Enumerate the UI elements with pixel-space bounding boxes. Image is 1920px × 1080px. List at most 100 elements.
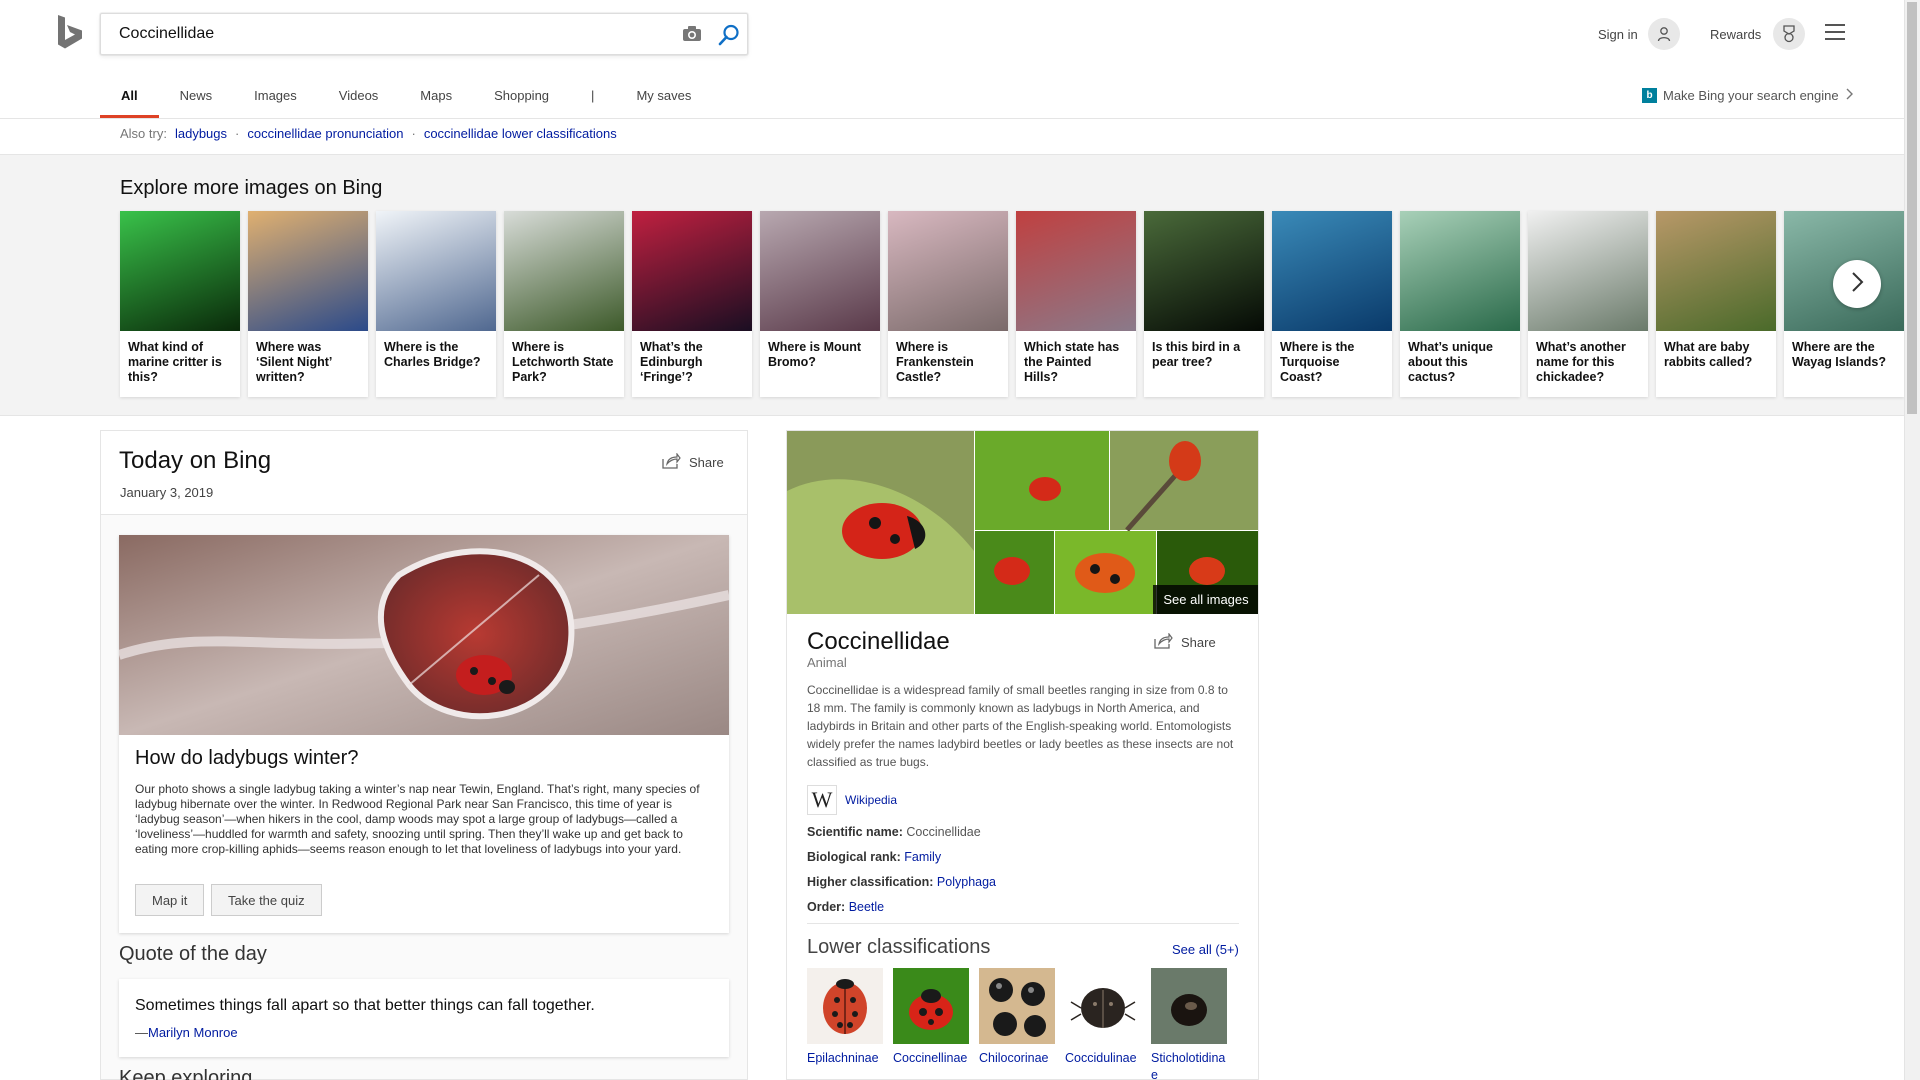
fact-label: Order: bbox=[807, 900, 846, 914]
explore-card[interactable]: Where is the Charles Bridge? bbox=[376, 211, 496, 397]
explore-card-caption: Where is Mount Bromo? bbox=[768, 340, 862, 369]
menu-icon[interactable] bbox=[1825, 24, 1845, 40]
story-card: How do ladybugs winter? Our photo shows … bbox=[117, 535, 731, 933]
camera-icon[interactable] bbox=[681, 24, 703, 44]
search-box[interactable] bbox=[100, 13, 748, 55]
explore-card[interactable]: Where is Letchworth State Park? bbox=[504, 211, 624, 397]
explore-card[interactable]: Where is Frankenstein Castle? bbox=[888, 211, 1008, 397]
entity-share-button[interactable]: Share bbox=[1153, 632, 1216, 652]
lower-class-item[interactable]: Coccidulinae bbox=[1065, 968, 1141, 1067]
explore-card[interactable]: Where is the Turquoise Coast? bbox=[1272, 211, 1392, 397]
map-it-button[interactable]: Map it bbox=[135, 884, 205, 916]
chilocorinae-image bbox=[979, 968, 1055, 1044]
tab-maps[interactable]: Maps bbox=[399, 78, 473, 118]
explore-card-image bbox=[1016, 211, 1136, 331]
lower-see-all-link[interactable]: See all (5+) bbox=[1172, 942, 1239, 957]
explore-card-image bbox=[1400, 211, 1520, 331]
explore-card-caption: What are baby rabbits called? bbox=[1664, 340, 1753, 369]
explore-card-image bbox=[120, 211, 240, 331]
explore-card-caption: Where are the Wayag Islands? bbox=[1792, 340, 1887, 369]
also-try-bar: Also try: ladybugs · coccinellidae pronu… bbox=[120, 126, 617, 141]
epilachninae-image bbox=[807, 968, 883, 1044]
fact-link[interactable]: Beetle bbox=[849, 900, 884, 914]
explore-card[interactable]: Where is Mount Bromo? bbox=[760, 211, 880, 397]
tab-images[interactable]: Images bbox=[233, 78, 318, 118]
bing-small-icon: b bbox=[1642, 88, 1657, 103]
bing-logo[interactable] bbox=[56, 15, 84, 51]
explore-card[interactable]: What kind of marine critter is this? bbox=[120, 211, 240, 397]
lower-class-item[interactable]: Epilachninae bbox=[807, 968, 883, 1067]
chevron-right-icon bbox=[1845, 88, 1853, 103]
lower-class-name: Chilocorinae bbox=[979, 1051, 1049, 1065]
nav-tabs: All News Images Videos Maps Shopping | M… bbox=[100, 78, 712, 118]
explore-card[interactable]: What’s unique about this cactus? bbox=[1400, 211, 1520, 397]
see-all-images-button[interactable]: See all images bbox=[1153, 585, 1258, 614]
explore-card-caption: What’s the Edinburgh ‘Fringe’? bbox=[640, 340, 703, 384]
take-quiz-button[interactable]: Take the quiz bbox=[211, 884, 322, 916]
explore-title: Explore more images on Bing bbox=[120, 177, 383, 199]
wikipedia-source[interactable]: W Wikipedia bbox=[807, 785, 897, 815]
explore-card[interactable]: What’s the Edinburgh ‘Fringe’? bbox=[632, 211, 752, 397]
tab-my-saves[interactable]: My saves bbox=[615, 78, 712, 118]
also-try-link[interactable]: coccinellidae pronunciation bbox=[247, 126, 403, 141]
explore-card-caption: What’s another name for this chickadee? bbox=[1536, 340, 1626, 384]
entity-title: Coccinellidae bbox=[807, 628, 950, 655]
search-icon[interactable] bbox=[717, 23, 741, 47]
also-try-label: Also try: bbox=[120, 126, 167, 141]
scrollbar-thumb[interactable] bbox=[1907, 2, 1917, 414]
explore-card-image bbox=[888, 211, 1008, 331]
entity-subtitle: Animal bbox=[807, 655, 847, 670]
tab-all[interactable]: All bbox=[100, 78, 159, 118]
explore-card-caption: Which state has the Painted Hills? bbox=[1024, 340, 1120, 384]
make-bing-default-link[interactable]: b Make Bing your search engine bbox=[1642, 88, 1853, 103]
lower-class-item[interactable]: Chilocorinae bbox=[979, 968, 1055, 1067]
lower-class-name: Epilachninae bbox=[807, 1051, 879, 1065]
also-try-link[interactable]: coccinellidae lower classifications bbox=[424, 126, 617, 141]
tab-shopping[interactable]: Shopping bbox=[473, 78, 570, 118]
fact-value: Coccinellidae bbox=[906, 825, 981, 839]
search-input[interactable] bbox=[119, 14, 659, 54]
share-icon bbox=[661, 452, 681, 472]
quote-text: Sometimes things fall apart so that bett… bbox=[135, 997, 595, 1014]
carousel-next-button[interactable] bbox=[1833, 260, 1881, 308]
explore-card[interactable]: What’s another name for this chickadee? bbox=[1528, 211, 1648, 397]
explore-card-image bbox=[1144, 211, 1264, 331]
fact-higher-classification: Higher classification: Polyphaga bbox=[807, 875, 996, 889]
explore-card-caption: Where is Letchworth State Park? bbox=[512, 340, 614, 384]
rewards-button[interactable]: Rewards bbox=[1710, 16, 1806, 52]
coccinellinae-image bbox=[893, 968, 969, 1044]
coccidulinae-image bbox=[1065, 968, 1141, 1044]
fact-link[interactable]: Family bbox=[904, 850, 941, 864]
explore-card[interactable]: Where was ‘Silent Night’ written? bbox=[248, 211, 368, 397]
share-button[interactable]: Share bbox=[661, 452, 724, 472]
explore-card[interactable]: Which state has the Painted Hills? bbox=[1016, 211, 1136, 397]
explore-card[interactable]: Is this bird in a pear tree? bbox=[1144, 211, 1264, 397]
section-divider bbox=[807, 923, 1239, 924]
rewards-label: Rewards bbox=[1710, 26, 1762, 42]
tab-news[interactable]: News bbox=[159, 78, 234, 118]
frosted-leaf-ladybug-image[interactable] bbox=[117, 535, 731, 735]
explore-card[interactable]: What are baby rabbits called? bbox=[1656, 211, 1776, 397]
share-label: Share bbox=[689, 455, 724, 470]
lower-class-item[interactable]: Coccinellinae bbox=[893, 968, 969, 1067]
also-try-link[interactable]: ladybugs bbox=[175, 126, 227, 141]
explore-card-image bbox=[376, 211, 496, 331]
lower-class-item[interactable]: Sticholotidinae bbox=[1151, 968, 1227, 1079]
header-divider bbox=[0, 118, 1904, 119]
tab-videos[interactable]: Videos bbox=[318, 78, 400, 118]
separator-dot: · bbox=[235, 126, 240, 141]
quote-dash: — bbox=[135, 1025, 148, 1040]
fact-link[interactable]: Polyphaga bbox=[937, 875, 996, 889]
keep-exploring-heading: Keep exploring bbox=[119, 1067, 253, 1080]
fact-scientific-name: Scientific name: Coccinellidae bbox=[807, 825, 981, 839]
sign-in-label: Sign in bbox=[1598, 26, 1638, 42]
tab-separator: | bbox=[591, 88, 595, 103]
story-title[interactable]: How do ladybugs winter? bbox=[135, 747, 358, 770]
wikipedia-icon: W bbox=[807, 785, 837, 815]
chevron-right-icon bbox=[1850, 271, 1864, 298]
make-bing-label: Make Bing your search engine bbox=[1663, 88, 1839, 103]
quote-author-link[interactable]: Marilyn Monroe bbox=[148, 1025, 238, 1040]
wikipedia-link[interactable]: Wikipedia bbox=[845, 793, 897, 807]
explore-card-image bbox=[1272, 211, 1392, 331]
sign-in-button[interactable]: Sign in bbox=[1598, 16, 1680, 52]
